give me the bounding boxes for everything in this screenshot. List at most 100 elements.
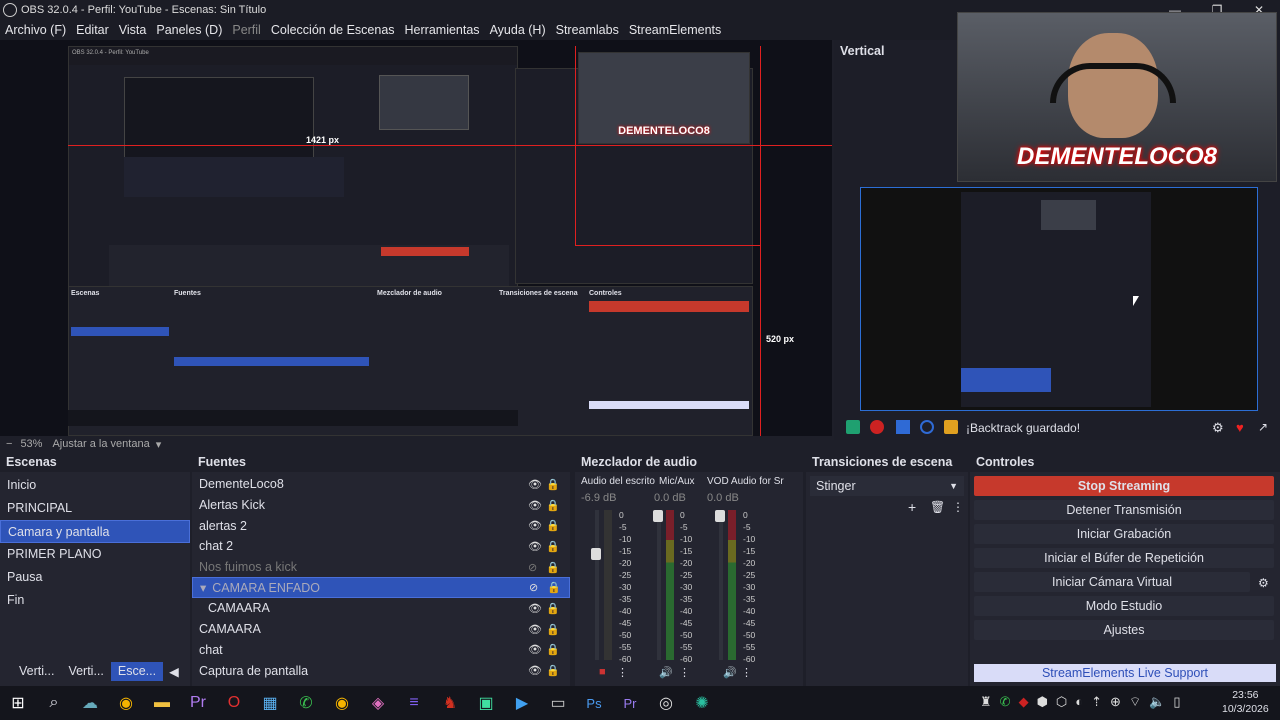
source-item[interactable]: chat 2 👁 🔒 — [192, 536, 570, 557]
lock-icon[interactable]: 🔒 — [547, 581, 561, 594]
vertical-canvas[interactable] — [860, 187, 1258, 411]
eye-icon[interactable]: 👁 — [528, 602, 542, 615]
lock-icon[interactable]: 🔒 — [546, 561, 560, 574]
vertical-check-icon[interactable] — [896, 420, 910, 434]
lock-icon[interactable]: 🔒 — [546, 519, 560, 532]
menu-dots-icon[interactable]: ⋮ — [679, 666, 690, 679]
source-item[interactable]: CAMAARA 👁 🔒 — [192, 619, 570, 640]
lock-icon[interactable]: 🔒 — [546, 602, 560, 615]
start-virtual-camera-button[interactable]: Iniciar Cámara Virtual — [974, 572, 1250, 592]
vertical-record-icon[interactable] — [870, 420, 884, 434]
start-recording-button[interactable]: Iniciar Grabación — [974, 524, 1274, 544]
window-icon[interactable]: ▭ — [540, 686, 576, 720]
volume-slider-track[interactable] — [719, 510, 723, 660]
scene-item[interactable]: Inicio — [0, 474, 190, 497]
gear-icon[interactable]: ⚙ — [1258, 576, 1269, 590]
main-preview[interactable]: OBS 32.0.4 - Perfil: YouTube Escenas Fue… — [0, 40, 832, 436]
volume-slider-track[interactable] — [595, 510, 599, 660]
terminal-icon[interactable]: ▶ — [504, 686, 540, 720]
app-icon[interactable]: ◈ — [360, 686, 396, 720]
lock-icon[interactable]: 🔒 — [546, 478, 560, 491]
chevron-down-icon[interactable]: ▾ — [156, 438, 162, 451]
vertical-backtrack-icon[interactable] — [944, 420, 958, 434]
menu-streamlabs[interactable]: Streamlabs — [556, 23, 619, 37]
volume-slider-track[interactable] — [657, 510, 661, 660]
scene-item[interactable]: Fin — [0, 589, 190, 612]
stop-streaming-button[interactable]: Stop Streaming — [974, 476, 1274, 496]
eye-icon[interactable]: 👁 — [528, 664, 542, 677]
eye-icon[interactable]: 👁 — [528, 499, 542, 512]
eye-icon[interactable]: 👁 — [528, 540, 542, 553]
scene-item[interactable]: PRIMER PLANO — [0, 543, 190, 566]
menu-view[interactable]: Vista — [119, 23, 147, 37]
zoom-minus-icon[interactable]: − — [6, 438, 12, 450]
heart-icon[interactable]: ♥ — [1236, 420, 1244, 435]
source-item[interactable]: Alertas Kick 👁 🔒 — [192, 495, 570, 516]
app-icon[interactable]: ✺ — [684, 686, 720, 720]
source-item[interactable]: DementeLoco8 👁 🔒 — [192, 474, 570, 495]
source-item[interactable]: CAMAARA 👁 🔒 — [192, 598, 570, 619]
lock-icon[interactable]: 🔒 — [546, 499, 560, 512]
source-item[interactable]: alertas 2 👁 🔒 — [192, 515, 570, 536]
scene-item[interactable]: Pausa — [0, 566, 190, 589]
menu-tools[interactable]: Herramientas — [405, 23, 480, 37]
weather-icon[interactable]: ☁ — [72, 686, 108, 720]
eye-icon[interactable]: 👁 — [528, 643, 542, 656]
menu-docks[interactable]: Paneles (D) — [156, 23, 222, 37]
vertical-stream-icon[interactable] — [846, 420, 860, 434]
notes-icon[interactable]: ≡ — [396, 686, 432, 720]
whatsapp-icon[interactable]: ✆ — [288, 686, 324, 720]
menu-edit[interactable]: Editar — [76, 23, 109, 37]
source-group-selected[interactable]: ▾ CAMARA ENFADO ⊘ 🔒 — [192, 577, 570, 599]
popout-icon[interactable]: ↗ — [1258, 420, 1268, 434]
transition-select[interactable]: Stinger ▼ — [810, 476, 964, 496]
opera-icon[interactable]: O — [216, 686, 252, 720]
fit-mode[interactable]: Ajustar a la ventana — [52, 438, 149, 450]
eye-hidden-icon[interactable]: ⊘ — [528, 561, 537, 574]
dock-tab[interactable]: Verti... — [12, 662, 61, 681]
speaker-icon[interactable]: 🔊 — [659, 666, 673, 679]
app-icon[interactable]: ▣ — [468, 686, 504, 720]
menu-scene-collection[interactable]: Colección de Escenas — [271, 23, 395, 37]
stop-broadcast-button[interactable]: Detener Transmisión — [974, 500, 1274, 520]
studio-mode-button[interactable]: Modo Estudio — [974, 596, 1274, 616]
vertical-replay-icon[interactable] — [920, 420, 934, 434]
photoshop-icon[interactable]: Ps — [576, 686, 612, 720]
dock-tab-active[interactable]: Esce... — [110, 662, 164, 681]
menu-dots-icon[interactable]: ⋮ — [741, 666, 752, 679]
menu-help[interactable]: Ayuda (H) — [490, 23, 546, 37]
menu-profile[interactable]: Perfil — [232, 23, 260, 37]
search-icon[interactable]: ⌕ — [36, 686, 72, 720]
dock-tab[interactable]: Verti... — [61, 662, 110, 681]
menu-dots-icon[interactable]: ⋮ — [952, 500, 964, 514]
chevron-left-icon[interactable]: ◀ — [163, 662, 185, 681]
menu-dots-icon[interactable]: ⋮ — [617, 666, 628, 679]
eye-hidden-icon[interactable]: ⊘ — [529, 581, 538, 594]
trash-icon[interactable]: 🗑 — [930, 500, 945, 514]
folder-icon[interactable]: ▬ — [144, 686, 180, 720]
source-item[interactable]: Captura de pantalla 👁 🔒 — [192, 660, 570, 681]
system-tray[interactable]: ♜ ✆ ◆ ⬢ ⬡ ◐ ⇡ ⊕ ⌔ 🔈 ▯ — [980, 694, 1181, 710]
source-item-hidden[interactable]: Nos fuimos a kick ⊘ 🔒 — [192, 557, 570, 578]
scene-item-selected[interactable]: Camara y pantalla — [0, 520, 190, 543]
speaker-icon[interactable]: 🔊 — [723, 666, 737, 679]
gear-icon[interactable]: ⚙ — [1212, 420, 1224, 436]
premiere-icon[interactable]: Pr — [612, 686, 648, 720]
chrome-icon[interactable]: ◉ — [108, 686, 144, 720]
scene-item[interactable]: PRINCIPAL — [0, 497, 190, 520]
volume-slider-handle[interactable] — [591, 548, 601, 560]
eye-icon[interactable]: 👁 — [528, 478, 542, 491]
volume-slider-handle[interactable] — [715, 510, 725, 522]
lock-icon[interactable]: 🔒 — [546, 623, 560, 636]
mute-icon[interactable]: ■ — [599, 666, 606, 678]
settings-button[interactable]: Ajustes — [974, 620, 1274, 640]
source-item[interactable]: chat 👁 🔒 — [192, 640, 570, 661]
windows-start-icon[interactable]: ⊞ — [0, 686, 36, 720]
live-support-button[interactable]: StreamElements Live Support — [974, 664, 1276, 682]
menu-streamelements[interactable]: StreamElements — [629, 23, 721, 37]
lock-icon[interactable]: 🔒 — [546, 643, 560, 656]
clock[interactable]: 23:56 10/3/2026 — [1222, 688, 1269, 716]
add-icon[interactable]: + — [908, 499, 916, 515]
calculator-icon[interactable]: ▦ — [252, 686, 288, 720]
chrome-icon[interactable]: ◉ — [324, 686, 360, 720]
